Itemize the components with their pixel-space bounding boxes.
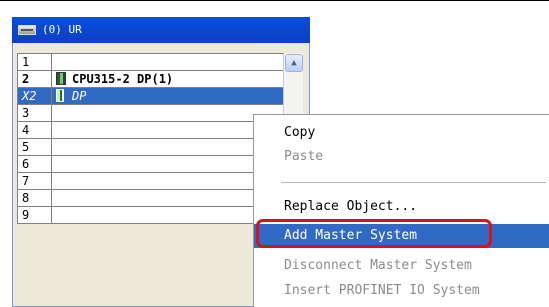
menu-item-label: Disconnect Master System (284, 258, 472, 273)
module-label: CPU315-2 DP(1) (72, 71, 174, 86)
slot-module[interactable]: CPU315-2 DP(1) (51, 70, 303, 88)
menu-item-copy[interactable]: Copy (254, 121, 549, 145)
cpu-module-icon (56, 71, 66, 85)
rack-title-bar[interactable]: (0) UR (12, 17, 310, 43)
module-label: DP (72, 88, 87, 103)
menu-item-paste[interactable]: Paste (254, 145, 549, 169)
dp-interface-icon (56, 88, 64, 102)
scroll-up-arrow-icon[interactable]: ▲ (285, 54, 303, 72)
slot-number: 6 (17, 155, 52, 173)
menu-item-label: Replace Object... (284, 199, 418, 214)
menu-item-disconnect-master-system[interactable]: Disconnect Master System (254, 254, 549, 278)
menu-item-label: Insert PROFINET IO System (284, 283, 480, 298)
vertical-scrollbar[interactable]: ▲ (283, 53, 303, 123)
menu-item-label: Copy (284, 125, 316, 140)
menu-item-replace-object[interactable]: Replace Object... (254, 195, 549, 219)
slot-number: 4 (17, 121, 52, 139)
rack-row[interactable]: 2 CPU315-2 DP(1) (17, 70, 303, 88)
slot-number: 3 (17, 104, 52, 122)
slot-number: 1 (17, 53, 52, 71)
menu-item-add-master-system[interactable]: Add Master System (254, 224, 549, 248)
rack-icon (18, 25, 36, 35)
menu-separator (281, 182, 546, 183)
rack-row[interactable]: 1 (17, 53, 303, 71)
menu-item-label: Add Master System (284, 228, 418, 243)
slot-number: 2 (17, 70, 52, 88)
slot-module[interactable] (51, 53, 303, 71)
slot-module[interactable]: DP (51, 87, 303, 105)
context-menu: Copy Paste Replace Object... Add Master … (253, 114, 549, 307)
slot-number: 7 (17, 172, 52, 190)
slot-number: 9 (17, 206, 52, 224)
rack-title: (0) UR (42, 23, 82, 36)
menu-item-label: Paste (284, 149, 324, 164)
rack-row-selected[interactable]: X2 DP (17, 87, 303, 105)
slot-number: 8 (17, 189, 52, 207)
menu-item-insert-profinet-io-system[interactable]: Insert PROFINET IO System (254, 279, 549, 303)
slot-number: X2 (17, 87, 52, 105)
slot-number: 5 (17, 138, 52, 156)
